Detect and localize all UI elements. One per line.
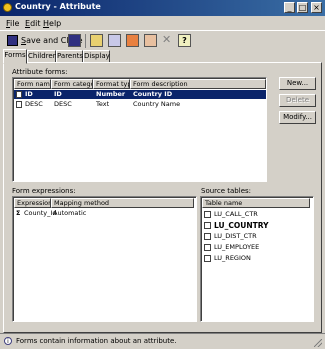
- cell-form-description: Country ID: [133, 90, 173, 98]
- cell-form-category: DESC: [54, 100, 72, 108]
- maximize-button[interactable]: □: [297, 2, 308, 13]
- hierarchy-icon[interactable]: [108, 34, 121, 47]
- cell-format-type: Text: [96, 100, 110, 108]
- properties-icon[interactable]: [90, 34, 103, 47]
- sigma-icon: Σ: [16, 209, 21, 217]
- column-header-format-type[interactable]: Format type: [93, 79, 130, 89]
- menu-edit[interactable]: Edit: [25, 19, 41, 28]
- close-button[interactable]: ×: [311, 2, 322, 13]
- toolbar-divider: [85, 34, 86, 48]
- save-and-close-button[interactable]: Save and Close: [4, 33, 83, 49]
- table-checkbox[interactable]: [204, 233, 211, 240]
- save-close-icon: [7, 35, 18, 46]
- list-item[interactable]: LU_COUNTRY: [202, 221, 310, 231]
- info-icon: i: [4, 337, 12, 345]
- edit-form-icon[interactable]: [144, 34, 157, 47]
- delete-icon[interactable]: ✕: [162, 33, 171, 46]
- new-button[interactable]: New...: [279, 77, 316, 90]
- menu-file[interactable]: File: [6, 19, 19, 28]
- modify-button[interactable]: Modify...: [279, 111, 316, 124]
- cell-mapping-method: Automatic: [53, 209, 87, 217]
- menu-help[interactable]: Help: [43, 19, 61, 28]
- toolbar-separator: [0, 30, 325, 31]
- column-header-form-description[interactable]: Form description: [130, 79, 266, 89]
- column-header-form-name[interactable]: Form name: [14, 79, 51, 89]
- table-name: LU_COUNTRY: [214, 221, 269, 230]
- column-header-expression[interactable]: Expression: [14, 198, 51, 208]
- cell-form-description: Country Name: [133, 100, 181, 108]
- form-icon[interactable]: [126, 34, 139, 47]
- table-row[interactable]: DESC DESC Text Country Name: [14, 100, 266, 109]
- table-checkbox[interactable]: [204, 255, 211, 262]
- form-expressions-label: Form expressions:: [12, 187, 76, 195]
- column-header-table-name[interactable]: Table name: [202, 198, 310, 208]
- tab-forms[interactable]: Forms: [3, 49, 27, 64]
- table-row[interactable]: Σ County_Id Automatic: [14, 209, 194, 218]
- status-text: Forms contain information about an attri…: [16, 337, 177, 345]
- table-name: LU_CALL_CTR: [214, 210, 258, 218]
- list-item[interactable]: LU_DIST_CTR: [202, 232, 310, 242]
- table-checkbox[interactable]: [204, 211, 211, 218]
- table-name: LU_DIST_CTR: [214, 232, 257, 240]
- list-item[interactable]: LU_REGION: [202, 254, 310, 264]
- list-item[interactable]: LU_CALL_CTR: [202, 210, 310, 220]
- resize-grip[interactable]: [314, 339, 322, 347]
- form-icon: [16, 91, 22, 98]
- cell-expression: County_Id: [24, 209, 57, 217]
- title-bar[interactable]: Country - Attribute _ □ ×: [0, 0, 325, 16]
- save-icon[interactable]: [68, 34, 81, 47]
- minimize-button[interactable]: _: [284, 2, 295, 13]
- list-item[interactable]: LU_EMPLOYEE: [202, 243, 310, 253]
- app-icon: [3, 3, 12, 12]
- column-header-mapping-method[interactable]: Mapping method: [51, 198, 194, 208]
- form-expressions-list[interactable]: Expression Mapping method Σ County_Id Au…: [12, 196, 197, 322]
- column-header-form-category[interactable]: Form category: [51, 79, 93, 89]
- window-title: Country - Attribute: [15, 2, 101, 11]
- status-bar: i Forms contain information about an att…: [0, 333, 325, 349]
- cell-format-type: Number: [96, 90, 126, 98]
- cell-form-name: ID: [25, 90, 33, 98]
- source-tables-list[interactable]: Table name LU_CALL_CTR LU_COUNTRY LU_DIS…: [200, 196, 314, 322]
- cell-form-category: ID: [54, 90, 62, 98]
- table-row[interactable]: ID ID Number Country ID: [14, 90, 266, 99]
- attribute-forms-list[interactable]: Form name Form category Format type Form…: [12, 77, 267, 182]
- form-icon: [16, 101, 22, 108]
- table-name: LU_REGION: [214, 254, 251, 262]
- table-checkbox[interactable]: [204, 244, 211, 251]
- delete-button[interactable]: Delete: [279, 94, 316, 107]
- cell-form-name: DESC: [25, 100, 43, 108]
- table-checkbox[interactable]: [204, 222, 211, 229]
- table-name: LU_EMPLOYEE: [214, 243, 260, 251]
- help-icon[interactable]: ?: [178, 34, 191, 47]
- source-tables-label: Source tables:: [201, 187, 252, 195]
- attribute-forms-label: Attribute forms:: [12, 68, 68, 76]
